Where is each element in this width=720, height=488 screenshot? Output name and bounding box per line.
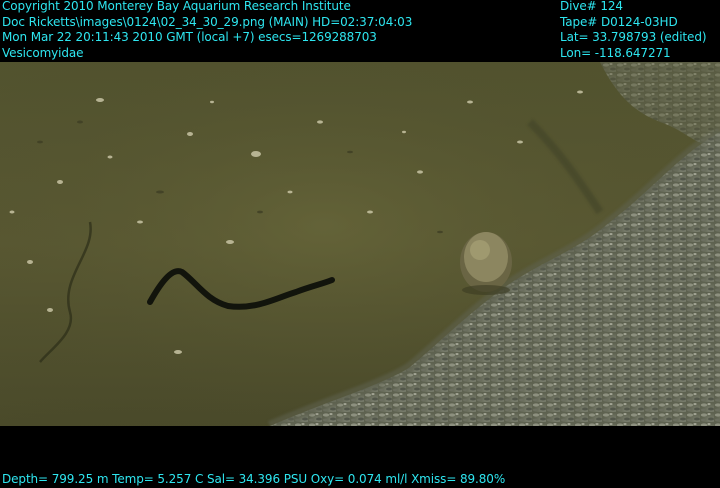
overlay-tape: Tape# D0124-03HD: [560, 14, 678, 29]
video-frame: Copyright 2010 Monterey Bay Aquarium Res…: [0, 0, 720, 486]
overlay-latitude: Lat= 33.798793 (edited): [560, 30, 707, 44]
overlay-top-right: Dive# 124 Tape# D0124-03HD Lat= 33.79879…: [560, 0, 707, 61]
overlay-copyright: Copyright 2010 Monterey Bay Aquarium Res…: [2, 0, 351, 13]
overlay-image-path: Doc Ricketts\images\0124\02_34_30_29.png…: [2, 14, 413, 29]
overlay-timestamp: Mon Mar 22 20:11:43 2010 GMT (local +7) …: [2, 30, 377, 44]
seafloor-scene: [0, 62, 720, 426]
overlay-top-left: Copyright 2010 Monterey Bay Aquarium Res…: [2, 0, 412, 61]
overlay-sensor-readout: Depth= 799.25 m Temp= 5.257 C Sal= 34.39…: [2, 472, 506, 486]
overlay-taxon: Vesicomyidae: [2, 45, 84, 60]
overlay-dive: Dive# 124: [560, 0, 623, 13]
overlay-longitude: Lon= -118.647271: [560, 45, 671, 60]
